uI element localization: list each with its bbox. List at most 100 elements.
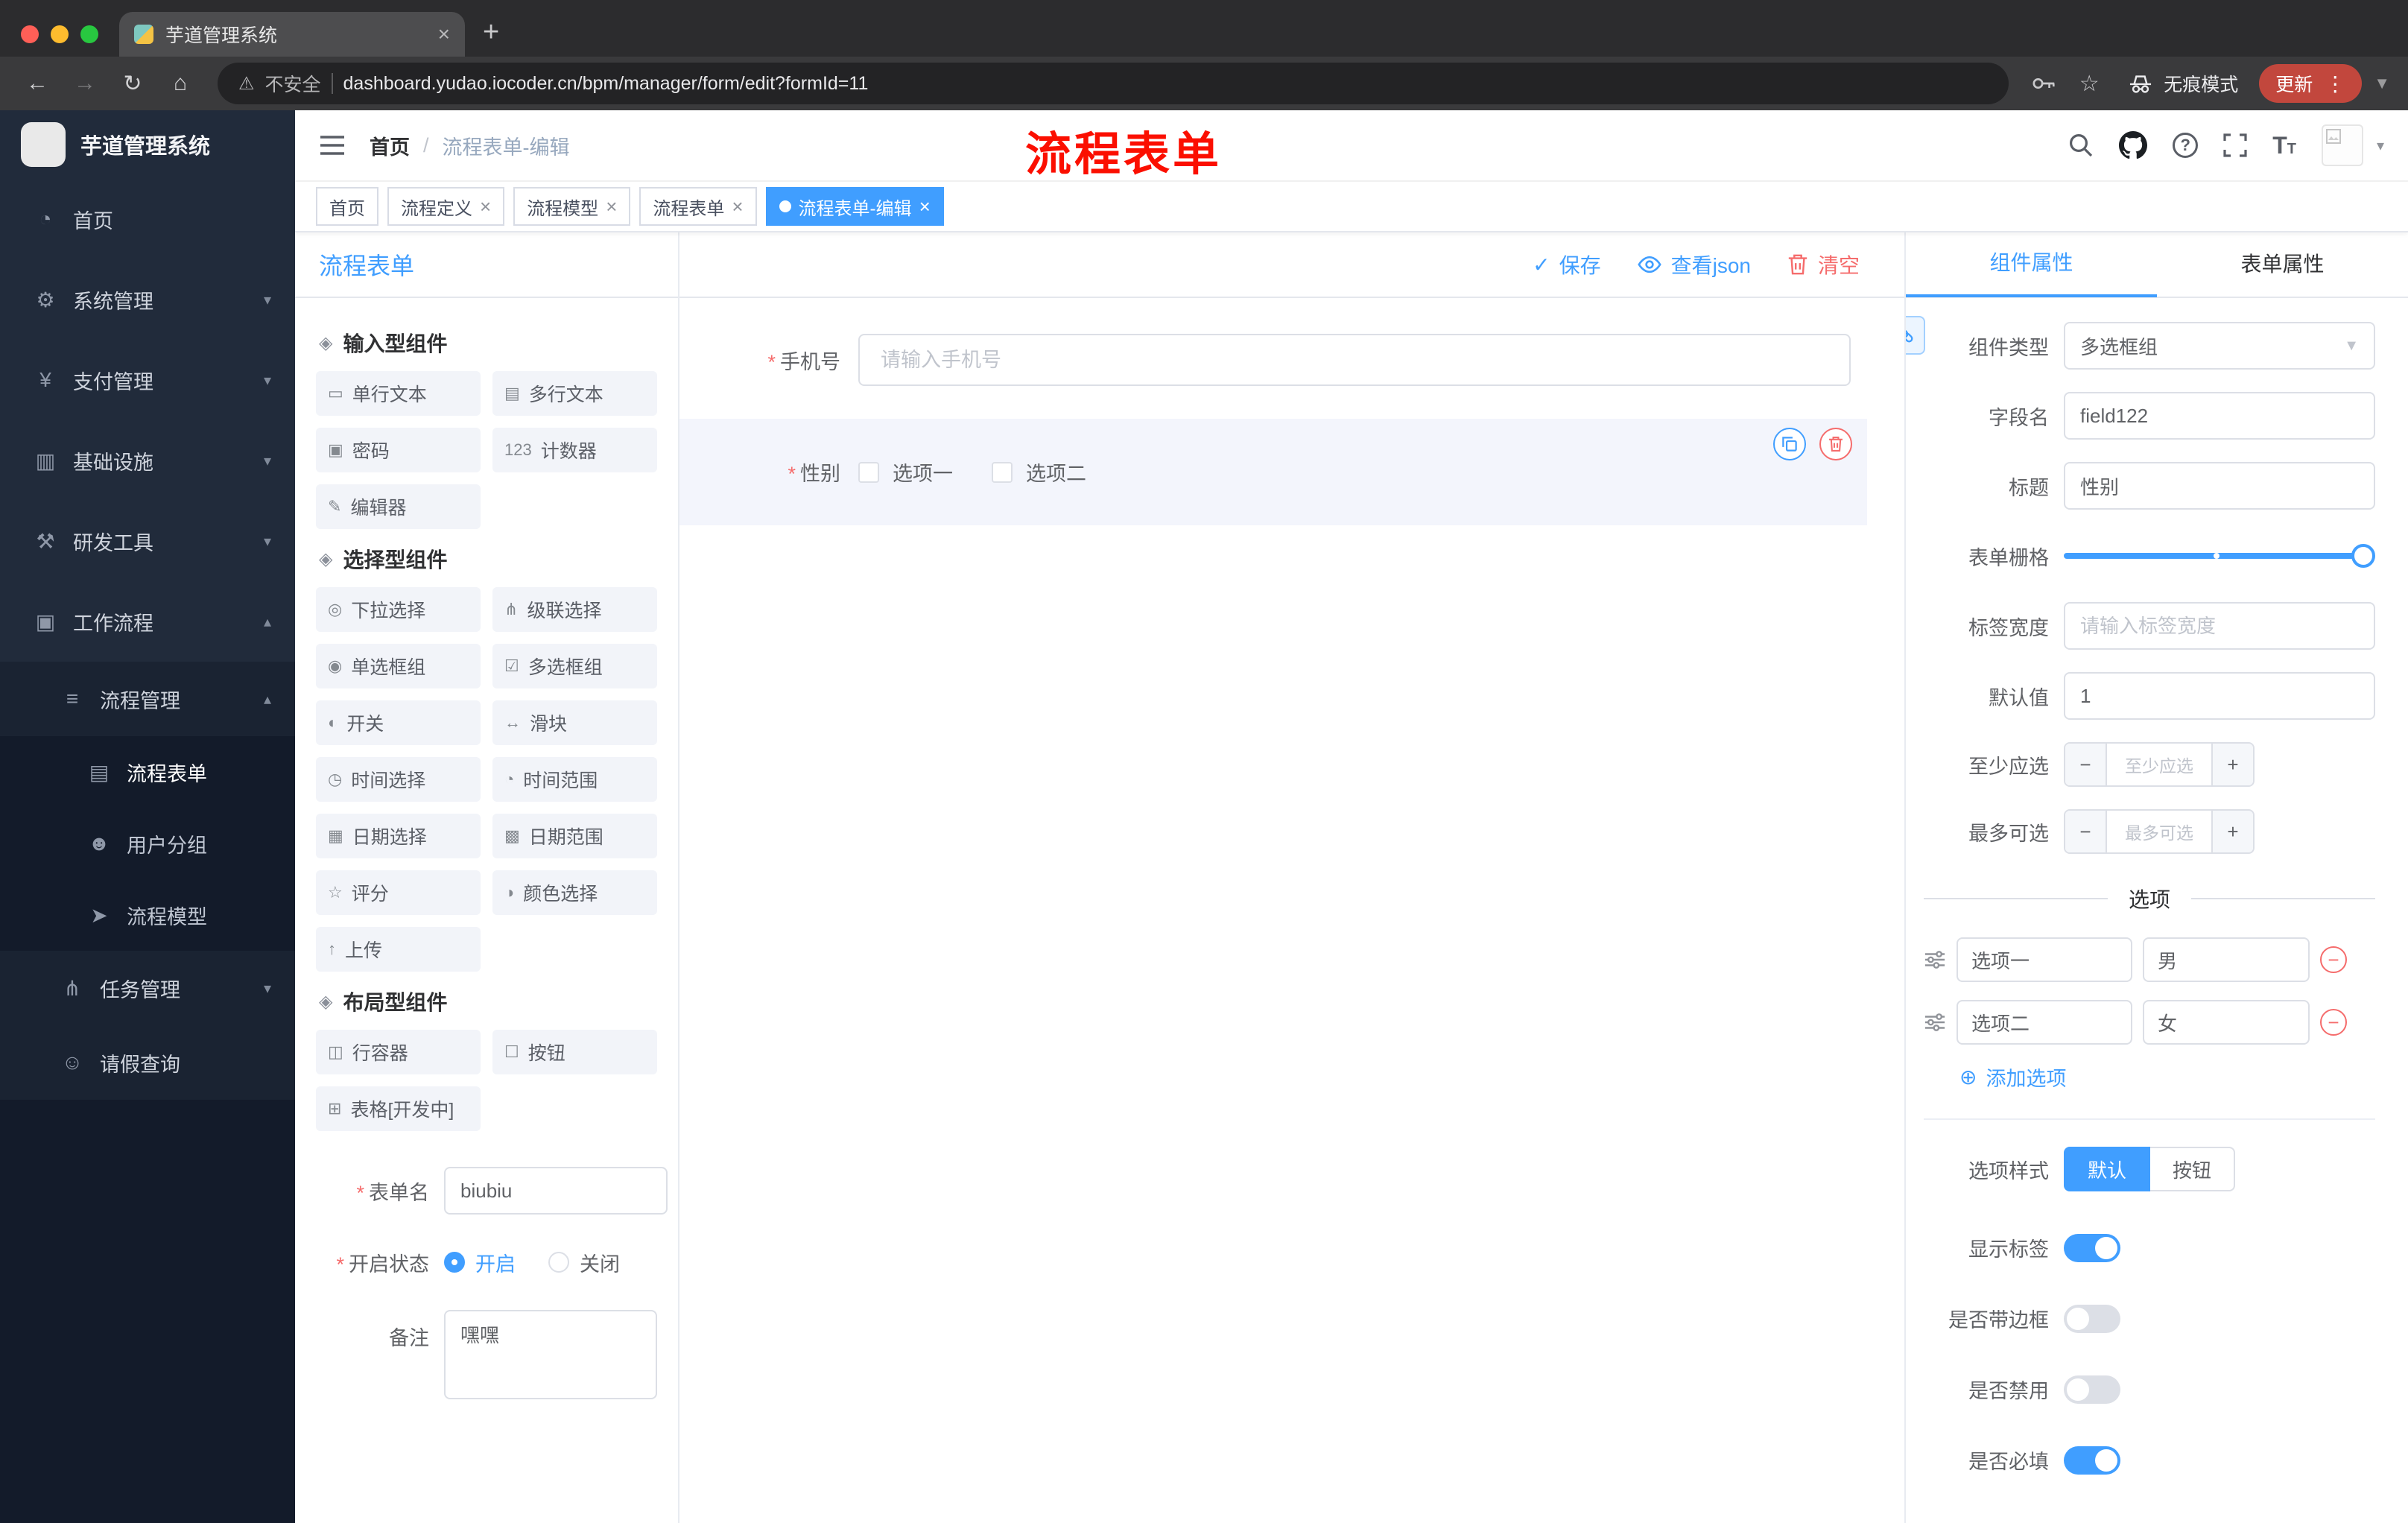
reload-button[interactable]: ↻: [113, 64, 152, 103]
window-minimize-button[interactable]: [51, 25, 69, 43]
option-label-input[interactable]: [1956, 937, 2132, 982]
palette-item-date-picker[interactable]: ▦ 日期选择: [316, 814, 481, 858]
palette-item-multi-text[interactable]: ▤ 多行文本: [492, 371, 657, 416]
stepper-placeholder[interactable]: 至少应选: [2107, 744, 2211, 785]
remove-option-button[interactable]: −: [2320, 946, 2347, 973]
sidebar-item-process-model[interactable]: ➤ 流程模型: [0, 879, 295, 951]
sidebar-item-workflow[interactable]: ▣ 工作流程 ▴: [0, 581, 295, 662]
copy-component-button[interactable]: [1773, 428, 1806, 460]
search-icon[interactable]: [2068, 133, 2094, 158]
palette-item-single-text[interactable]: ▭ 单行文本: [316, 371, 481, 416]
min-select-stepper[interactable]: − 至少应选 +: [2064, 742, 2255, 787]
window-zoom-button[interactable]: [80, 25, 98, 43]
palette-item-button[interactable]: ☐ 按钮: [492, 1030, 657, 1074]
plus-button[interactable]: +: [2211, 744, 2253, 785]
avatar[interactable]: [2321, 124, 2363, 166]
tag-process-form[interactable]: 流程表单 ×: [639, 187, 757, 226]
stepper-placeholder[interactable]: 最多可选: [2107, 811, 2211, 852]
status-radio-open[interactable]: 开启: [444, 1248, 516, 1277]
status-radio-closed[interactable]: 关闭: [548, 1248, 620, 1277]
close-icon[interactable]: ×: [606, 197, 617, 216]
palette-item-rate[interactable]: ☆ 评分: [316, 870, 481, 915]
minus-button[interactable]: −: [2065, 744, 2107, 785]
sidebar-item-home[interactable]: ◔ 首页: [0, 179, 295, 259]
browser-menu-icon[interactable]: ⋮: [2325, 72, 2345, 96]
palette-item-time-picker[interactable]: ◷ 时间选择: [316, 757, 481, 802]
hamburger-icon[interactable]: [319, 135, 346, 156]
address-bar[interactable]: ⚠ 不安全 dashboard.yudao.iocoder.cn/bpm/man…: [218, 63, 2009, 104]
checkbox[interactable]: [858, 461, 879, 483]
logo[interactable]: 芋道管理系统: [0, 110, 295, 179]
label-width-input[interactable]: [2064, 602, 2375, 650]
component-type-select[interactable]: 多选框组 ▼: [2064, 322, 2375, 370]
close-icon[interactable]: ×: [480, 197, 491, 216]
with-border-switch[interactable]: [2064, 1304, 2120, 1333]
remove-option-button[interactable]: −: [2320, 1009, 2347, 1036]
sidebar-item-infrastructure[interactable]: ▥ 基础设施 ▾: [0, 420, 295, 501]
style-button-button[interactable]: 按钮: [2150, 1147, 2236, 1191]
delete-component-button[interactable]: [1819, 428, 1852, 460]
clear-button[interactable]: 清空: [1787, 250, 1860, 279]
title-input[interactable]: [2064, 462, 2375, 510]
palette-item-time-range[interactable]: ◔ 时间范围: [492, 757, 657, 802]
form-grid-slider[interactable]: [2064, 532, 2375, 580]
phone-input[interactable]: [858, 334, 1851, 386]
palette-item-cascader[interactable]: ⋔ 级联选择: [492, 587, 657, 632]
close-icon[interactable]: ×: [919, 197, 931, 216]
sidebar-item-task-management[interactable]: ⋔ 任务管理 ▾: [0, 951, 295, 1025]
option-label-input[interactable]: [1956, 1000, 2132, 1045]
sidebar-item-process-form[interactable]: ▤ 流程表单: [0, 736, 295, 808]
tag-process-definition[interactable]: 流程定义 ×: [387, 187, 505, 226]
disabled-switch[interactable]: [2064, 1375, 2120, 1404]
tab-close-icon[interactable]: ×: [438, 24, 450, 45]
browser-tab[interactable]: 芋道管理系统 ×: [119, 12, 465, 57]
view-json-button[interactable]: 查看json: [1637, 250, 1751, 279]
forward-button[interactable]: →: [66, 64, 104, 103]
option-value-input[interactable]: [2143, 1000, 2310, 1045]
slider-handle[interactable]: [2351, 544, 2375, 568]
sidebar-item-payment[interactable]: ¥ 支付管理 ▾: [0, 340, 295, 420]
sidebar-item-process-management[interactable]: ≡ 流程管理 ▴: [0, 662, 295, 736]
gender-checkbox-option-2[interactable]: 选项二: [992, 457, 1086, 487]
palette-item-counter[interactable]: 123 计数器: [492, 428, 657, 472]
fullscreen-icon[interactable]: [2223, 133, 2247, 157]
style-default-button[interactable]: 默认: [2064, 1147, 2151, 1191]
caret-down-icon[interactable]: ▾: [2377, 136, 2384, 155]
show-label-switch[interactable]: [2064, 1233, 2120, 1262]
sidebar-item-devtools[interactable]: ⚒ 研发工具 ▾: [0, 501, 295, 581]
palette-item-date-range[interactable]: ▩ 日期范围: [492, 814, 657, 858]
palette-item-slider[interactable]: ↔ 滑块: [492, 700, 657, 745]
bookmark-star-icon[interactable]: ☆: [2071, 66, 2107, 101]
home-button[interactable]: ⌂: [161, 64, 200, 103]
back-button[interactable]: ←: [18, 64, 57, 103]
required-switch[interactable]: [2064, 1446, 2120, 1475]
github-icon[interactable]: [2119, 131, 2148, 159]
remark-textarea[interactable]: 嘿嘿: [444, 1310, 657, 1399]
sidebar-item-user-group[interactable]: ☻ 用户分组: [0, 808, 295, 879]
palette-item-editor[interactable]: ✎ 编辑器: [316, 484, 481, 529]
default-value-input[interactable]: [2064, 672, 2375, 720]
palette-item-radio-group[interactable]: ◉ 单选框组: [316, 644, 481, 688]
palette-item-checkbox-group[interactable]: ☑ 多选框组: [492, 644, 657, 688]
palette-item-password[interactable]: ▣ 密码: [316, 428, 481, 472]
max-select-stepper[interactable]: − 最多可选 +: [2064, 809, 2255, 854]
window-close-button[interactable]: [21, 25, 39, 43]
breadcrumb-home[interactable]: 首页: [370, 131, 410, 160]
form-name-input[interactable]: [444, 1167, 668, 1215]
plus-button[interactable]: +: [2211, 811, 2253, 852]
tab-component-properties[interactable]: 组件属性: [1906, 232, 2157, 297]
drag-handle-icon[interactable]: [1924, 949, 1946, 971]
add-option-button[interactable]: ⊕ 添加选项: [1959, 1063, 2375, 1092]
save-button[interactable]: ✓ 保存: [1533, 250, 1600, 279]
chevron-down-icon[interactable]: ▼: [2374, 74, 2390, 93]
help-icon[interactable]: ?: [2173, 133, 2199, 158]
tag-home[interactable]: 首页: [316, 187, 378, 226]
tag-process-form-edit[interactable]: 流程表单-编辑 ×: [765, 187, 944, 226]
close-icon[interactable]: ×: [732, 197, 743, 216]
palette-item-table[interactable]: ⊞ 表格[开发中]: [316, 1086, 481, 1131]
new-tab-button[interactable]: +: [483, 18, 499, 46]
update-button[interactable]: 更新 ⋮: [2259, 64, 2363, 103]
palette-item-switch[interactable]: ◐ 开关: [316, 700, 481, 745]
minus-button[interactable]: −: [2065, 811, 2107, 852]
checkbox[interactable]: [992, 461, 1013, 483]
